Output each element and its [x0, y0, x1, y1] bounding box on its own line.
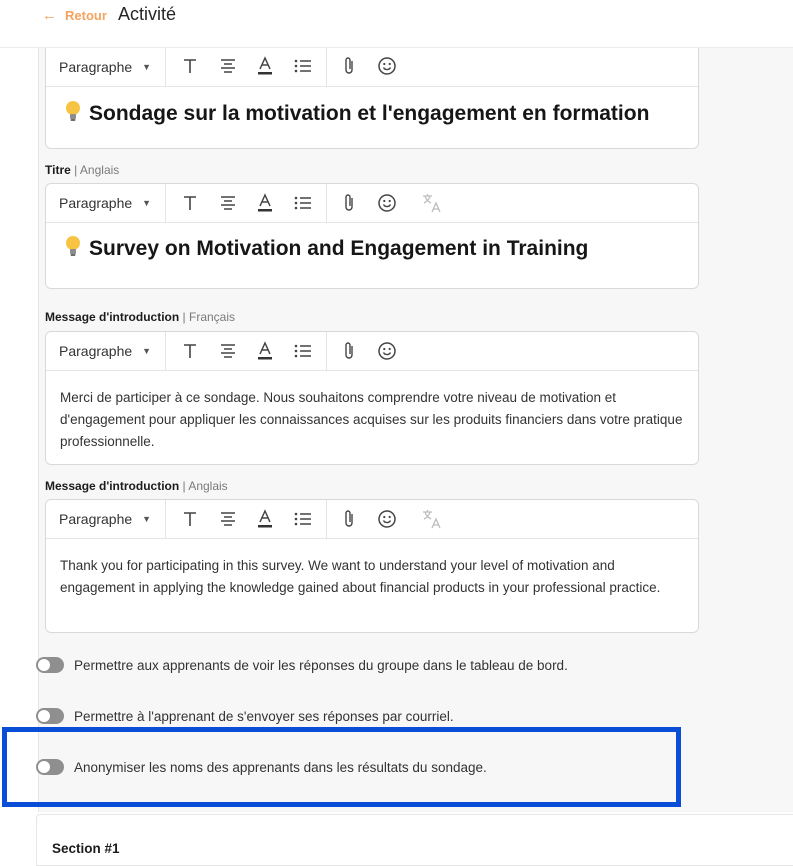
section-title: Section #1	[52, 841, 120, 856]
editor-heading: Survey on Motivation and Engagement in T…	[64, 235, 588, 263]
language-text: Français	[189, 310, 236, 324]
label-text: Titre	[45, 163, 71, 177]
toggle-knob	[38, 761, 50, 773]
arrow-left-icon: ←	[42, 7, 57, 24]
editor-toolbar: Paragraphe ▼	[46, 184, 698, 223]
paragraph-style-dropdown[interactable]: Paragraphe ▼	[46, 332, 166, 370]
toggle-row-anonymize: Anonymiser les noms des apprenants dans …	[36, 759, 487, 775]
attachment-icon[interactable]	[337, 192, 361, 214]
bullet-list-icon[interactable]	[291, 340, 315, 362]
back-button[interactable]: ← Retour	[42, 7, 107, 24]
email-responses-toggle[interactable]	[36, 708, 64, 724]
heading-text: Sondage sur la motivation et l'engagemen…	[89, 102, 650, 125]
paragraph-style-label: Paragraphe	[59, 58, 133, 75]
top-bar: ← Retour Activité	[0, 0, 793, 48]
title-fr-editor[interactable]: Paragraphe ▼ Sondage sur la motivation e…	[45, 45, 699, 149]
field-label-intro-fr: Message d'introduction | Français	[45, 310, 235, 324]
toggle-knob	[38, 659, 50, 671]
heading-text: Survey on Motivation and Engagement in T…	[89, 237, 589, 260]
label-text: Message d'introduction	[45, 310, 180, 324]
back-label: Retour	[65, 8, 107, 23]
bullet-list-icon[interactable]	[291, 508, 315, 530]
toggle-knob	[38, 710, 50, 722]
attachment-icon[interactable]	[337, 508, 361, 530]
emoji-icon[interactable]	[375, 55, 399, 77]
text-icon[interactable]	[178, 340, 202, 362]
bullet-list-icon[interactable]	[291, 192, 315, 214]
chevron-down-icon: ▼	[142, 346, 152, 356]
emoji-icon[interactable]	[375, 340, 399, 362]
title-en-editor[interactable]: Paragraphe ▼ Survey on Motivation and En…	[45, 183, 699, 289]
toggle-row-email-responses: Permettre à l'apprenant de s'envoyer ses…	[36, 708, 454, 724]
text-icon[interactable]	[178, 55, 202, 77]
label-language: | Français	[179, 310, 236, 324]
text-icon[interactable]	[178, 192, 202, 214]
editor-paragraph: Thank you for participating in this surv…	[60, 558, 661, 595]
emoji-icon[interactable]	[375, 192, 399, 214]
text-icon[interactable]	[178, 508, 202, 530]
editor-toolbar: Paragraphe ▼	[46, 45, 698, 87]
language-text: Anglais	[79, 163, 120, 177]
section-card: Section #1	[36, 814, 793, 866]
toggle-row-group-responses: Permettre aux apprenants de voir les rép…	[36, 657, 568, 673]
lightbulb-icon	[64, 100, 83, 128]
font-color-icon[interactable]	[253, 508, 277, 530]
align-center-icon[interactable]	[216, 340, 240, 362]
label-text: Message d'introduction	[45, 479, 180, 493]
page-title: Activité	[118, 4, 177, 24]
toggle-label: Anonymiser les noms des apprenants dans …	[74, 759, 487, 775]
paragraph-style-label: Paragraphe	[59, 343, 133, 359]
intro-fr-editor[interactable]: Paragraphe ▼ Merci de participer à ce so…	[45, 331, 699, 465]
editor-toolbar: Paragraphe ▼	[46, 332, 698, 371]
label-language: | Anglais	[70, 163, 120, 177]
font-color-icon[interactable]	[253, 55, 277, 77]
paragraph-style-dropdown[interactable]: Paragraphe ▼	[46, 184, 166, 222]
align-center-icon[interactable]	[216, 508, 240, 530]
group-responses-toggle[interactable]	[36, 657, 64, 673]
font-color-icon[interactable]	[253, 192, 277, 214]
translate-icon[interactable]	[420, 508, 444, 530]
label-language: | Anglais	[179, 479, 228, 493]
chevron-down-icon: ▼	[142, 514, 152, 524]
attachment-icon[interactable]	[337, 340, 361, 362]
editor-toolbar: Paragraphe ▼	[46, 500, 698, 539]
anonymize-toggle[interactable]	[36, 759, 64, 775]
toggle-label: Permettre aux apprenants de voir les rép…	[74, 657, 568, 673]
field-label-intro-en: Message d'introduction | Anglais	[45, 479, 228, 493]
chevron-down-icon: ▼	[142, 198, 152, 208]
intro-en-editor[interactable]: Paragraphe ▼ Thank you for participating…	[45, 499, 699, 633]
attachment-icon[interactable]	[337, 55, 361, 77]
toggle-label: Permettre à l'apprenant de s'envoyer ses…	[74, 708, 454, 724]
emoji-icon[interactable]	[375, 508, 399, 530]
lightbulb-icon	[64, 235, 83, 263]
font-color-icon[interactable]	[253, 340, 277, 362]
translate-icon[interactable]	[420, 192, 444, 214]
paragraph-style-dropdown[interactable]: Paragraphe ▼	[46, 45, 166, 86]
paragraph-style-label: Paragraphe	[59, 511, 133, 527]
paragraph-style-label: Paragraphe	[59, 195, 133, 211]
field-label-title-en: Titre | Anglais	[45, 163, 119, 177]
language-text: Anglais	[188, 479, 228, 493]
editor-paragraph: Merci de participer à ce sondage. Nous s…	[60, 390, 683, 449]
align-center-icon[interactable]	[216, 192, 240, 214]
editor-heading: Sondage sur la motivation et l'engagemen…	[64, 100, 649, 128]
paragraph-style-dropdown[interactable]: Paragraphe ▼	[46, 500, 166, 538]
align-center-icon[interactable]	[216, 55, 240, 77]
bullet-list-icon[interactable]	[291, 55, 315, 77]
chevron-down-icon: ▼	[142, 61, 152, 72]
